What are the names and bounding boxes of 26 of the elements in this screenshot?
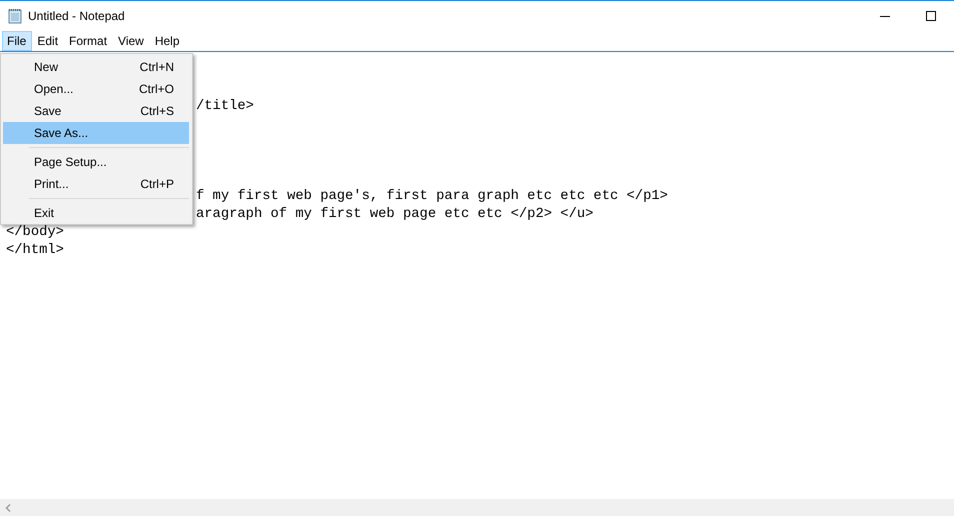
menu-item[interactable]: View [113, 31, 150, 51]
menu-option[interactable]: New Ctrl+N [3, 56, 189, 78]
code-line: /title> [196, 99, 254, 114]
code-line: aragraph of my first web page etc etc </p2> </u> [196, 207, 594, 222]
shortcut-label: Ctrl+P [140, 177, 174, 191]
notepad-icon [8, 8, 22, 24]
shortcut-label: Ctrl+S [140, 104, 174, 118]
menu-option[interactable]: Print... Ctrl+P [3, 173, 189, 195]
shortcut-label: Ctrl+O [138, 82, 174, 96]
menu-item[interactable]: File [2, 31, 32, 51]
code-line: f my first web page's, first para graph etc etc etc </p1> [196, 189, 668, 204]
menu-option[interactable]: Save Ctrl+S [3, 100, 189, 122]
maximize-icon [926, 11, 936, 21]
menu-option[interactable]: Exit [3, 202, 189, 224]
menu-item[interactable]: Format [64, 31, 114, 51]
scroll-left-icon[interactable] [5, 504, 11, 512]
code-line: </html> [6, 243, 64, 258]
menu-option[interactable]: Page Setup... [3, 151, 189, 173]
menu-option[interactable]: Open... Ctrl+O [3, 78, 189, 100]
menu-item[interactable]: Edit [32, 31, 64, 51]
shortcut-label: Ctrl+N [140, 60, 174, 74]
window-title: Untitled - Notepad [28, 9, 125, 23]
menu-option[interactable]: Save As... [3, 122, 189, 144]
horizontal-scrollbar[interactable] [0, 499, 954, 516]
code-line: </body> [6, 225, 64, 240]
menu-item[interactable]: Help [150, 31, 186, 51]
